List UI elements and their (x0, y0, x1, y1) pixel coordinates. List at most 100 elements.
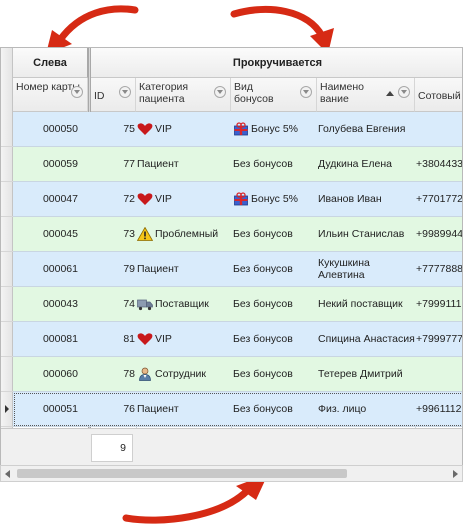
row-indicator[interactable] (1, 182, 13, 217)
table-row[interactable]: 000081 81 VIP Без бонусов Спицина Анастасия +… (13, 322, 463, 357)
cell-category[interactable]: Пациент (137, 392, 231, 426)
table-row[interactable]: 000059 77 Пациент Без бонусов Дудкина Елена +… (13, 147, 462, 182)
cell-phone[interactable]: +3804433 (415, 147, 462, 181)
cell-bonus-type[interactable]: Бонус 5% (231, 112, 317, 146)
cell-bonus-type[interactable]: Без бонусов (231, 392, 317, 426)
cell-name[interactable]: Физ. лицо (317, 392, 415, 426)
row-indicator[interactable] (1, 357, 13, 392)
cell-bonus-type[interactable]: Без бонусов (231, 147, 317, 181)
cell-id[interactable]: 75 (91, 112, 136, 146)
cell-bonus-type[interactable]: Без бонусов (231, 287, 317, 321)
filter-icon[interactable] (214, 86, 226, 98)
cell-name[interactable]: Ильин Станислав (317, 217, 415, 251)
cell-phone-text: +7701772 (416, 193, 463, 205)
cell-bonus-type[interactable]: Без бонусов (231, 357, 317, 391)
cell-category[interactable]: Проблемный (137, 217, 231, 251)
table-row[interactable]: 000060 78 Сотрудник Без бонусов Тетерев Дмит… (13, 357, 462, 392)
row-indicator[interactable] (1, 287, 13, 322)
cell-phone[interactable]: +7999111 (415, 287, 462, 321)
row-indicator[interactable] (1, 392, 13, 427)
column-header-bonus[interactable]: Вид бонусов (231, 78, 317, 112)
cell-card-number[interactable]: 000061 (13, 252, 88, 286)
cell-category[interactable]: VIP (137, 182, 231, 216)
cell-card-number[interactable]: 000043 (13, 287, 88, 321)
cell-id[interactable]: 81 (91, 322, 136, 356)
cell-phone[interactable]: +7701772 (415, 182, 463, 216)
cell-id[interactable]: 79 (91, 252, 136, 286)
row-indicator[interactable] (1, 252, 13, 287)
column-header-card[interactable]: Номер карты (13, 78, 88, 112)
cell-id[interactable]: 77 (91, 147, 136, 181)
cell-name[interactable]: Голубева Евгения (317, 112, 415, 146)
cell-phone[interactable] (415, 112, 462, 146)
cell-name[interactable]: Иванов Иван (317, 182, 415, 216)
cell-card-number[interactable]: 000059 (13, 147, 88, 181)
table-row[interactable]: 000047 72 VIP Бонус 5% Иванов Иван +7701772 (13, 182, 463, 217)
cell-card-number[interactable]: 000060 (13, 357, 88, 391)
cell-bonus-type[interactable]: Бонус 5% (231, 182, 317, 216)
row-indicator[interactable] (1, 112, 13, 147)
table-row[interactable]: 000043 74 Поставщик Без бонусов Некий постав… (13, 287, 462, 322)
cell-name[interactable]: Спицина Анастасия (317, 322, 415, 356)
column-label-phone: Сотовый (418, 90, 461, 102)
cell-bonus-type[interactable]: Без бонусов (231, 252, 317, 286)
row-indicator[interactable] (1, 217, 13, 252)
column-header-phone[interactable]: Сотовый (415, 78, 462, 112)
column-label-name: Наименование (320, 81, 364, 105)
filter-icon[interactable] (119, 86, 131, 98)
cell-phone-text: +7777888 (416, 263, 463, 275)
cell-id-text: 74 (123, 298, 135, 310)
horizontal-scrollbar[interactable] (0, 465, 463, 482)
warning-icon (137, 226, 154, 241)
cell-phone[interactable]: +7777888 (415, 252, 463, 286)
scroll-right-icon[interactable] (453, 470, 458, 478)
table-row[interactable]: 000050 75 VIP Бонус 5% Голубева Евгения (13, 112, 462, 147)
cell-card-number[interactable]: 000081 (13, 322, 88, 356)
cell-card-number-text: 000045 (42, 228, 78, 240)
cell-card-number[interactable]: 000050 (13, 112, 88, 146)
row-indicator[interactable] (1, 322, 13, 357)
row-indicator[interactable] (1, 147, 13, 182)
cell-name[interactable]: Дудкина Елена (317, 147, 415, 181)
cell-phone[interactable]: +9989944 (415, 217, 462, 251)
cell-phone[interactable]: +9961112 (415, 392, 462, 426)
column-label-id: ID (94, 90, 105, 102)
cell-bonus-type[interactable]: Без бонусов (231, 217, 317, 251)
cell-name[interactable]: Некий поставщик (317, 287, 415, 321)
cell-id[interactable]: 72 (91, 182, 136, 216)
scroll-left-icon[interactable] (5, 470, 10, 478)
cell-bonus-type[interactable]: Без бонусов (231, 322, 317, 356)
cell-phone[interactable]: +7999777 (415, 322, 463, 356)
cell-id[interactable]: 76 (91, 392, 136, 426)
cell-id[interactable]: 78 (91, 357, 136, 391)
filter-icon[interactable] (300, 86, 312, 98)
cell-category-text: Сотрудник (155, 368, 207, 380)
cell-category[interactable]: VIP (137, 322, 231, 356)
cell-card-number[interactable]: 000051 (13, 392, 88, 426)
cell-card-number[interactable]: 000045 (13, 217, 88, 251)
cell-name[interactable]: Кукушкина Алевтина (317, 252, 415, 286)
table-row[interactable]: 000051 76 Пациент Без бонусов Физ. лицо +9961… (13, 392, 462, 427)
cell-category-text: Пациент (137, 158, 179, 170)
cell-name[interactable]: Тетерев Дмитрий (317, 357, 415, 391)
cell-category[interactable]: Пациент (137, 252, 231, 286)
column-label-bonus: Вид бонусов (234, 81, 274, 105)
cell-id[interactable]: 73 (91, 217, 136, 251)
cell-category[interactable]: Сотрудник (137, 357, 231, 391)
table-row[interactable]: 000045 73 Проблемный Без бонусов Ильин Стани… (13, 217, 462, 252)
scrollbar-thumb[interactable] (17, 469, 347, 478)
filter-icon[interactable] (71, 86, 83, 98)
filter-icon[interactable] (398, 86, 410, 98)
cell-id[interactable]: 74 (91, 287, 136, 321)
column-header-id[interactable]: ID (91, 78, 136, 112)
cell-phone-text: +7999777 (416, 333, 463, 345)
cell-card-number[interactable]: 000047 (13, 182, 88, 216)
cell-category[interactable]: VIP (137, 112, 231, 146)
cell-name-text: Дудкина Елена (318, 158, 392, 170)
column-header-category[interactable]: Категория пациента (136, 78, 231, 112)
cell-phone[interactable] (415, 357, 462, 391)
cell-category[interactable]: Пациент (137, 147, 231, 181)
column-header-name[interactable]: Наименование (317, 78, 415, 112)
table-row[interactable]: 000061 79 Пациент Без бонусов Кукушкина Алев… (13, 252, 463, 287)
cell-category[interactable]: Поставщик (137, 287, 231, 321)
